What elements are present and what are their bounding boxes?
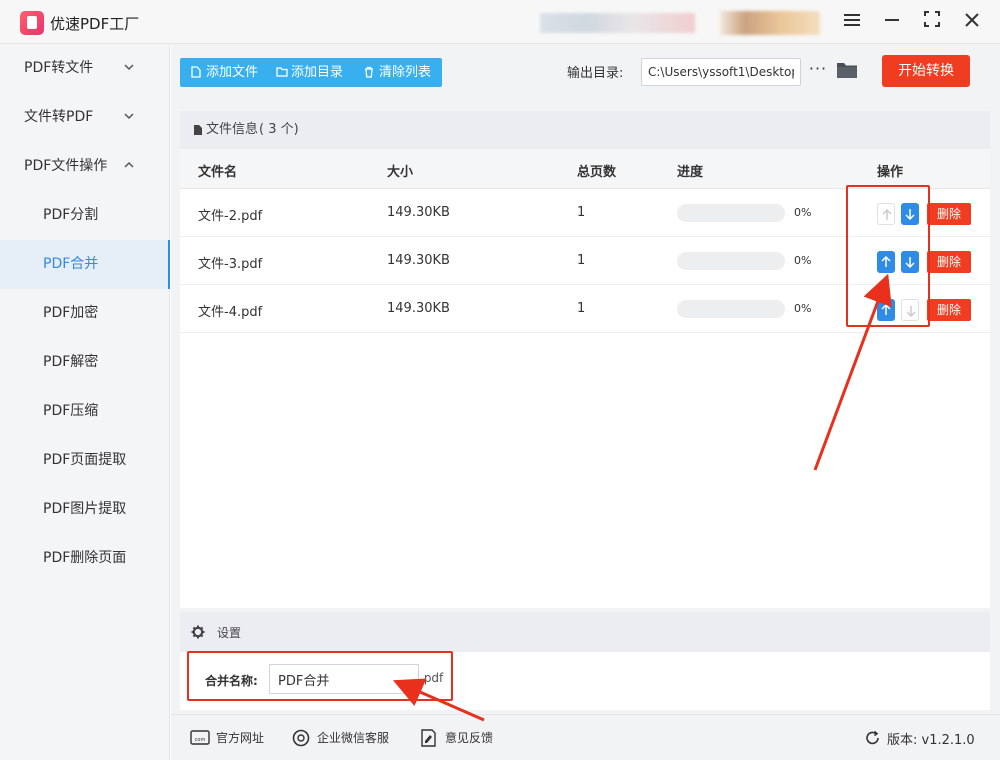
chat-icon (292, 729, 310, 747)
sidebar-item-label: PDF页面提取 (43, 452, 127, 468)
clear-list-button[interactable]: 清除列表 (364, 58, 444, 87)
sidebar-group-label: PDF文件操作 (24, 158, 108, 174)
sidebar-group-label: PDF转文件 (24, 60, 94, 76)
chevron-up-icon (124, 161, 134, 168)
sidebar-item-label: PDF加密 (43, 305, 99, 321)
file-info-title: 文件信息 (206, 122, 259, 137)
feedback-icon (421, 729, 436, 747)
clear-list-label: 清除列表 (379, 65, 432, 80)
file-pages: 1 (577, 253, 586, 268)
gear-icon (191, 625, 205, 639)
file-info-icon (194, 125, 202, 135)
start-convert-button[interactable]: 开始转换 (882, 55, 970, 87)
file-size: 149.30KB (387, 205, 450, 220)
website-label: 官方网址 (216, 731, 265, 745)
title-bar: 优速PDF工厂 (0, 0, 1000, 44)
open-folder-icon[interactable] (836, 61, 858, 79)
app-title: 优速PDF工厂 (50, 15, 140, 33)
sidebar-item-label: PDF解密 (43, 354, 99, 370)
column-header-size: 大小 (387, 165, 414, 180)
progress-bar (677, 204, 785, 222)
table-header: 文件名 大小 总页数 进度 操作 (180, 149, 990, 189)
sidebar: PDF转文件 文件转PDF PDF文件操作 PDF分割 PDF合并 PDF加密 … (0, 44, 170, 760)
blurred-account-info (540, 13, 695, 33)
chevron-down-icon (124, 113, 134, 120)
column-header-actions: 操作 (877, 165, 904, 180)
feedback-label: 意见反馈 (445, 731, 494, 745)
chevron-down-icon (124, 64, 134, 71)
output-dir-label: 输出目录: (567, 66, 624, 81)
sidebar-item-label: PDF删除页面 (43, 550, 127, 566)
progress-percent: 0% (794, 254, 812, 267)
browse-more-button[interactable]: ··· (808, 60, 828, 80)
close-icon[interactable] (960, 10, 984, 34)
progress-bar (677, 252, 785, 270)
progress-bar (677, 300, 785, 318)
annotation-box-merge-name (187, 651, 453, 701)
annotation-box-order-buttons (846, 185, 930, 327)
sidebar-group-pdf-operations[interactable]: PDF文件操作 (0, 142, 170, 191)
folder-icon (276, 67, 288, 77)
delete-button[interactable]: 删除 (927, 299, 971, 321)
output-dir-input[interactable] (641, 58, 801, 86)
wechat-service-label: 企业微信客服 (317, 731, 390, 745)
sidebar-group-label: 文件转PDF (24, 109, 94, 125)
minimize-icon[interactable] (880, 10, 904, 34)
file-size: 149.30KB (387, 253, 450, 268)
add-dir-button[interactable]: 添加目录 (276, 58, 356, 87)
menu-icon[interactable] (840, 10, 864, 34)
add-file-button[interactable]: 添加文件 (191, 58, 271, 87)
version-label: 版本: v1.2.1.0 (887, 733, 975, 748)
file-toolbar: 添加文件 添加目录 清除列表 (180, 58, 442, 87)
column-header-pages: 总页数 (577, 165, 617, 180)
progress-percent: 0% (794, 302, 812, 315)
delete-button[interactable]: 删除 (927, 251, 971, 273)
file-name: 文件-2.pdf (198, 209, 263, 224)
file-pages: 1 (577, 205, 586, 220)
sidebar-item-label: PDF压缩 (43, 403, 99, 419)
sidebar-item-pdf-page-extract[interactable]: PDF页面提取 (0, 436, 170, 485)
sidebar-item-pdf-delete-pages[interactable]: PDF删除页面 (0, 534, 170, 583)
app-logo-icon (20, 11, 44, 35)
sidebar-item-pdf-decrypt[interactable]: PDF解密 (0, 338, 170, 387)
settings-header: 设置 (180, 612, 990, 652)
sidebar-item-label: PDF分割 (43, 207, 99, 223)
add-file-label: 添加文件 (206, 65, 259, 80)
column-header-name: 文件名 (198, 165, 238, 180)
maximize-icon[interactable] (920, 10, 944, 34)
column-header-progress: 进度 (677, 165, 704, 180)
file-icon (191, 66, 201, 78)
svg-text:com: com (195, 737, 206, 743)
delete-button[interactable]: 删除 (927, 203, 971, 225)
sidebar-item-pdf-split[interactable]: PDF分割 (0, 191, 170, 240)
footer: com 官方网址 企业微信客服 意见反馈 版本: v1.2.1.0 (171, 714, 1000, 760)
file-name: 文件-4.pdf (198, 305, 263, 320)
website-icon: com (190, 730, 210, 745)
sidebar-item-label: PDF图片提取 (43, 501, 127, 517)
progress-percent: 0% (794, 206, 812, 219)
add-dir-label: 添加目录 (291, 65, 344, 80)
file-info-header: 文件信息 ( 3 个) (180, 111, 990, 149)
sidebar-item-label: PDF合并 (43, 256, 99, 272)
sidebar-item-pdf-encrypt[interactable]: PDF加密 (0, 289, 170, 338)
blurred-avatar (720, 11, 820, 35)
file-pages: 1 (577, 301, 586, 316)
file-count: ( 3 个) (259, 122, 299, 137)
sidebar-item-pdf-merge[interactable]: PDF合并 (0, 240, 170, 289)
settings-title: 设置 (217, 626, 242, 640)
sidebar-group-file-to-pdf[interactable]: 文件转PDF (0, 93, 170, 142)
sidebar-item-pdf-image-extract[interactable]: PDF图片提取 (0, 485, 170, 534)
sidebar-item-pdf-compress[interactable]: PDF压缩 (0, 387, 170, 436)
sidebar-group-pdf-to-file[interactable]: PDF转文件 (0, 44, 170, 93)
trash-icon (365, 66, 373, 78)
file-size: 149.30KB (387, 301, 450, 316)
file-name: 文件-3.pdf (198, 257, 263, 272)
refresh-icon (866, 730, 879, 745)
